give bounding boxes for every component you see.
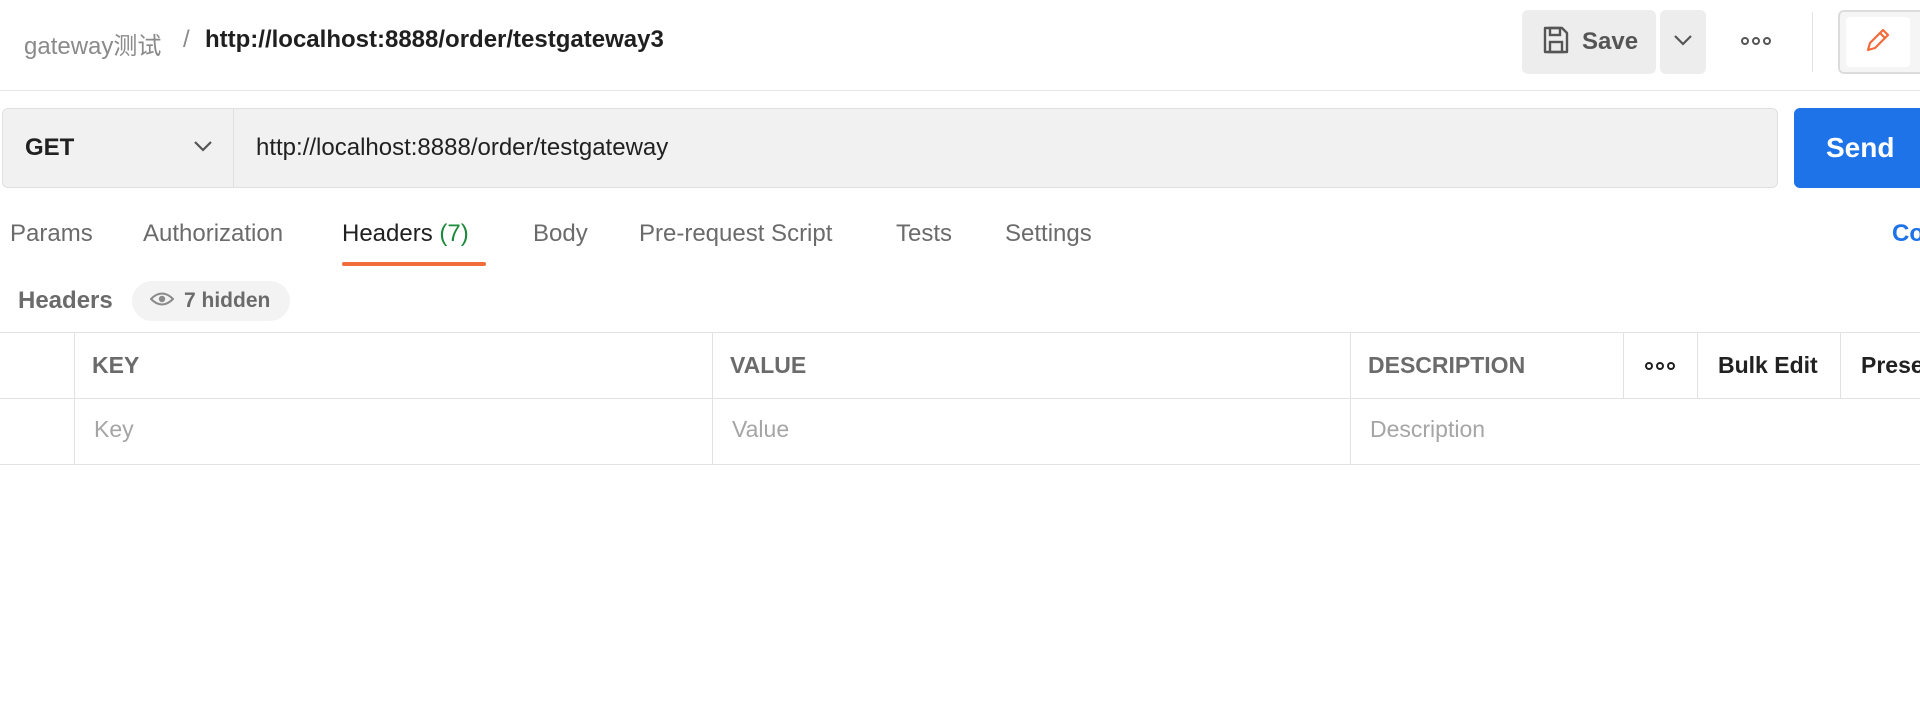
more-horizontal-icon [1645,358,1675,375]
more-horizontal-icon [1741,33,1771,51]
column-options-button[interactable] [1645,358,1675,376]
tab-tests[interactable]: Tests [896,220,952,248]
chevron-down-icon [193,139,213,157]
pencil-icon [1863,25,1893,60]
table-border-bottom [0,464,1920,465]
column-divider [1840,332,1841,398]
tab-params[interactable]: Params [10,220,93,248]
save-options-dropdown[interactable] [1660,10,1706,74]
chevron-down-icon [1673,33,1693,51]
column-header-key: KEY [92,352,140,378]
active-tab-indicator [342,262,486,266]
tab-headers-label: Headers [342,220,433,247]
tab-authorization[interactable]: Authorization [143,220,283,248]
breadcrumb-separator: / [183,26,190,53]
column-divider [1697,332,1698,398]
breadcrumb-collection[interactable]: gateway测试 [24,26,161,61]
floppy-disk-icon [1542,25,1570,60]
method-select[interactable]: GET [2,108,234,188]
tab-headers[interactable]: Headers (7) [342,220,469,248]
bulk-edit-button[interactable]: Bulk Edit [1718,352,1818,379]
toolbar-divider [1812,12,1813,72]
url-input[interactable]: http://localhost:8888/order/testgateway [233,108,1778,188]
headers-section-title: Headers [18,287,113,314]
table-border-top [0,332,1920,333]
more-actions-button[interactable] [1730,24,1782,60]
cookies-link[interactable]: Co [1892,220,1920,248]
value-input[interactable]: Value [732,416,789,443]
hidden-headers-label: 7 hidden [184,289,271,312]
column-divider [1350,332,1351,465]
description-input[interactable]: Description [1370,416,1485,443]
column-divider [1623,332,1624,398]
column-header-value: VALUE [730,352,807,378]
headers-table: KEY VALUE DESCRIPTION Bulk Edit Prese Ke… [0,332,1920,465]
tab-body[interactable]: Body [533,220,588,248]
send-button[interactable]: Send [1794,108,1920,188]
save-button-label: Save [1582,28,1639,55]
hidden-headers-toggle[interactable]: 7 hidden [132,281,291,321]
edit-mode-inner [1846,17,1910,67]
request-title[interactable]: http://localhost:8888/order/testgateway3 [205,26,664,54]
eye-icon [149,291,175,312]
save-button[interactable]: Save [1522,10,1656,74]
column-divider [74,332,75,465]
edit-mode-button[interactable] [1838,10,1920,74]
method-value: GET [25,134,75,161]
key-input[interactable]: Key [94,416,134,443]
column-divider [712,332,713,465]
tab-settings[interactable]: Settings [1005,220,1092,248]
tab-pre-request-script[interactable]: Pre-request Script [639,220,832,248]
tab-headers-count: (7) [439,220,469,247]
presets-button[interactable]: Prese [1861,352,1920,379]
table-header-divider [0,398,1920,399]
column-header-description: DESCRIPTION [1368,352,1526,378]
